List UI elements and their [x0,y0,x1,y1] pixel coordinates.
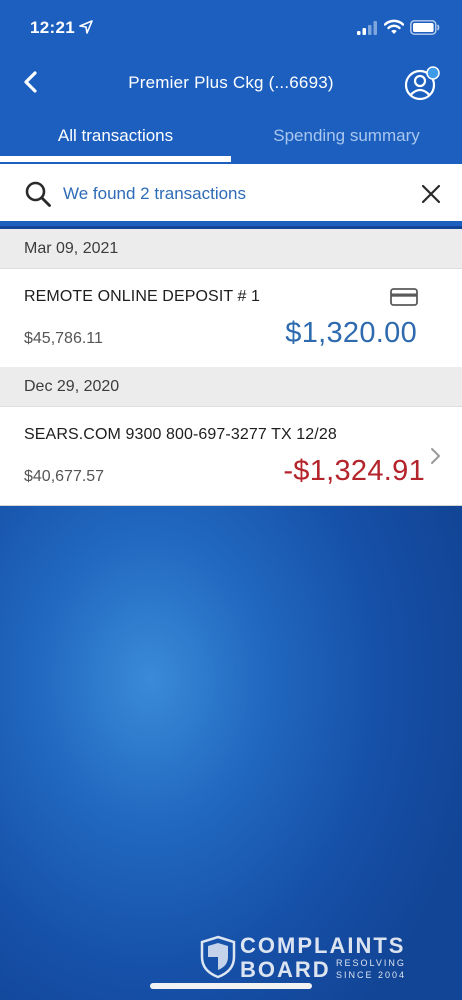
date-header: Dec 29, 2020 [0,367,462,407]
date-label: Mar 09, 2021 [24,240,119,257]
transaction-amount: -$1,324.91 [283,455,425,487]
shield-logo-icon [200,935,236,979]
transaction-row[interactable]: REMOTE ONLINE DEPOSIT # 1 $45,786.11 $1,… [0,269,462,367]
account-title: Premier Plus Ckg (...6693) [128,73,334,92]
transaction-description: REMOTE ONLINE DEPOSIT # 1 [24,288,261,305]
wifi-icon [384,19,404,34]
watermark-tagline1: RESOLVING [336,958,406,968]
watermark-text-line1: COMPLAINTS [240,933,406,958]
transaction-balance: $40,677.57 [24,468,105,485]
date-label: Dec 29, 2020 [24,378,120,395]
tab-spending-summary[interactable]: Spending summary [231,110,462,164]
watermark-tagline2: SINCE 2004 [336,970,407,980]
complaints-board-watermark: COMPLAINTS BOARD RESOLVING SINCE 2004 [200,933,420,985]
chevron-right-icon [431,448,440,464]
search-result-text: We found 2 transactions [63,184,247,203]
profile-icon[interactable] [402,63,442,103]
search-icon [25,181,51,207]
close-icon[interactable] [420,183,442,205]
search-bar: We found 2 transactions [0,164,462,226]
watermark-text-line2: BOARD [240,957,331,982]
transaction-amount: $1,320.00 [285,317,417,349]
status-bar: 12:21 [0,0,462,58]
nav-bar: Premier Plus Ckg (...6693) [0,58,462,106]
transaction-balance: $45,786.11 [24,330,103,347]
active-tab-indicator [0,156,231,162]
card-icon [390,288,418,306]
date-header: Mar 09, 2021 [0,229,462,269]
transaction-row[interactable]: SEARS.COM 9300 800-697-3277 TX 12/28 $40… [0,407,462,506]
cellular-signal-icon [357,21,377,35]
home-indicator[interactable] [150,983,312,989]
battery-icon [410,20,440,35]
status-time: 12:21 [30,18,75,37]
transaction-description: SEARS.COM 9300 800-697-3277 TX 12/28 [24,426,337,443]
location-arrow-icon [79,20,93,34]
